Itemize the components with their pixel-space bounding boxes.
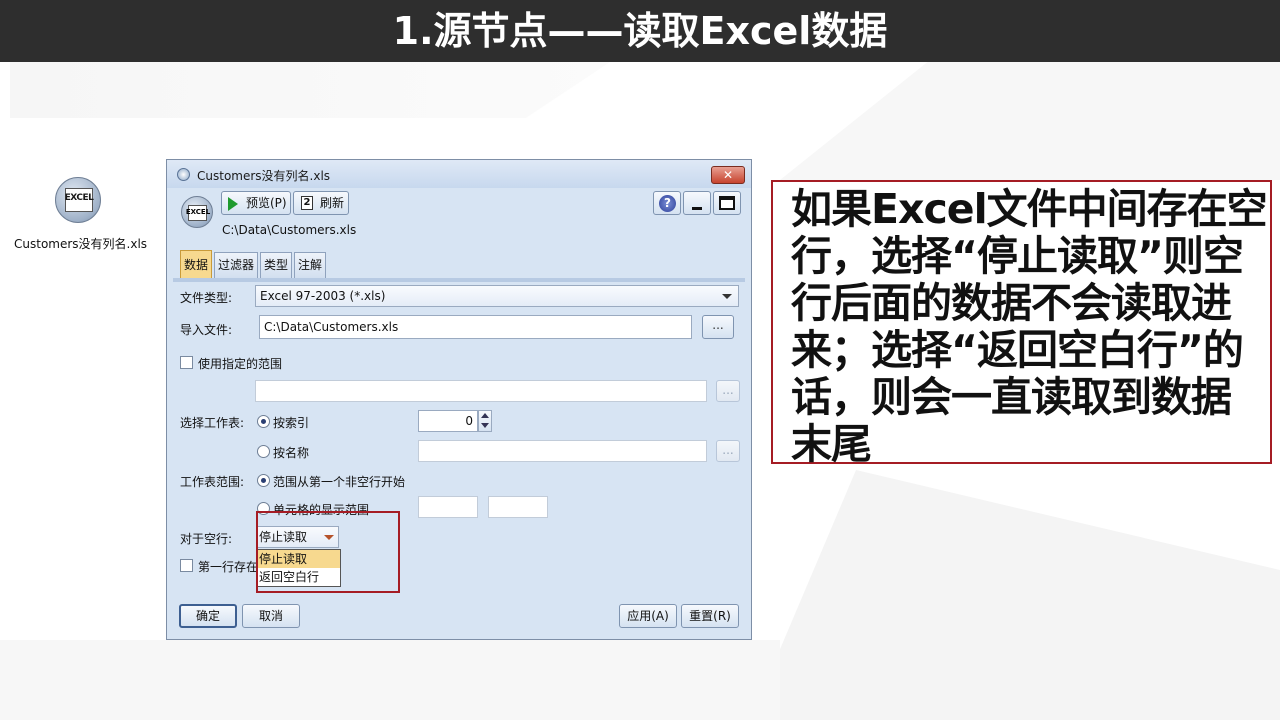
by-index-label: 按索引 [273,416,310,430]
tab-filter[interactable]: 过滤器 [214,252,258,278]
sheet-index-input[interactable]: 0 [418,410,478,432]
browse-button[interactable]: ... [702,315,734,339]
select-sheet-label: 选择工作表: [180,416,245,430]
callout-text: 如果Excel文件中间存在空行，选择“停止读取”则空行后面的数据不会读取进来；选… [791,185,1268,468]
background-shape [10,62,610,118]
cell-range-from-input[interactable] [418,496,478,518]
by-name-radio[interactable] [257,445,270,458]
excel-node-icon[interactable]: EXCEL [55,177,101,223]
blank-rows-label: 对于空行: [180,532,233,546]
help-button[interactable]: ? [653,191,681,215]
reset-button[interactable]: 重置(R) [681,604,739,628]
file-type-label: 文件类型: [180,291,233,305]
import-file-label: 导入文件: [180,323,233,337]
refresh-button[interactable]: 2 刷新 [293,191,349,215]
background-shape [0,640,780,720]
arrow-up-icon [481,413,489,418]
first-row-checkbox[interactable] [180,559,193,572]
first-row-label: 第一行存在 [198,560,259,574]
maximize-button[interactable] [713,191,741,215]
by-name-label: 按名称 [273,446,310,460]
dropdown-highlight-box [256,511,400,593]
range-first-nonblank-label: 范围从第一个非空行开始 [273,475,406,489]
file-type-value: Excel 97-2003 (*.xls) [260,289,386,303]
dialog-titlebar[interactable]: Customers没有列名.xls ✕ [167,160,751,188]
background-shape [750,470,1280,720]
refresh-label: 刷新 [320,196,345,210]
ok-button[interactable]: 确定 [179,604,237,628]
preview-label: 预览(P) [246,196,287,210]
cancel-button[interactable]: 取消 [242,604,300,628]
tab-annotation[interactable]: 注解 [294,252,326,278]
cell-range-to-input[interactable] [488,496,548,518]
page-title: 1.源节点——读取Excel数据 [392,9,888,53]
refresh-icon: 2 [301,196,313,210]
sheet-name-input[interactable] [418,440,707,462]
dialog-title: Customers没有列名.xls [197,169,331,183]
apply-button[interactable]: 应用(A) [619,604,677,628]
play-icon [228,197,238,211]
range-first-nonblank-radio[interactable] [257,474,270,487]
import-file-input[interactable]: C:\Data\Customers.xls [259,315,692,339]
preview-button[interactable]: 预览(P) [221,191,291,215]
by-index-radio[interactable] [257,415,270,428]
sheet-name-browse-button[interactable]: ... [716,440,740,462]
help-icon: ? [659,195,676,212]
explanation-callout: 如果Excel文件中间存在空行，选择“停止读取”则空行后面的数据不会读取进来；选… [771,180,1272,468]
tab-type[interactable]: 类型 [260,252,292,278]
excel-node-icon: EXCEL [181,196,213,228]
file-path: C:\Data\Customers.xls [222,223,357,237]
excel-icon-text: EXCEL [64,193,94,203]
minimize-button[interactable] [683,191,711,215]
minimize-icon [692,207,702,210]
app-icon [177,168,190,181]
range-input[interactable] [255,380,707,402]
excel-source-dialog: Customers没有列名.xls ✕ EXCEL 预览(P) 2 刷新 ? C… [166,159,752,640]
maximize-icon [719,196,735,210]
arrow-down-icon [481,423,489,428]
sheet-range-label: 工作表范围: [180,475,245,489]
use-range-label: 使用指定的范围 [198,357,283,371]
node-label: Customers没有列名.xls [14,237,148,251]
chevron-down-icon [722,294,732,299]
use-range-checkbox[interactable] [180,356,193,369]
index-stepper[interactable] [478,410,492,432]
close-button[interactable]: ✕ [711,166,745,184]
excel-icon-text: EXCEL [185,208,211,216]
background-shape [780,60,1280,180]
tab-data[interactable]: 数据 [180,250,212,278]
range-browse-button[interactable]: ... [716,380,740,402]
file-type-select[interactable]: Excel 97-2003 (*.xls) [255,285,739,307]
